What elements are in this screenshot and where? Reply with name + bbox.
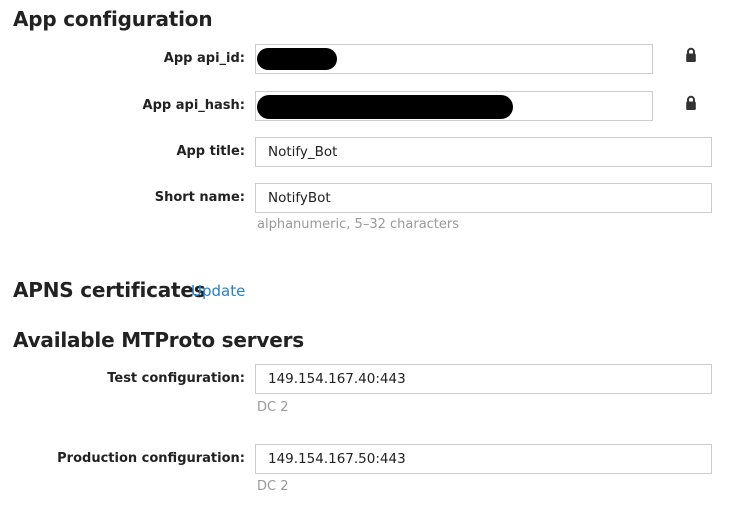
short-name-label: Short name: — [0, 183, 245, 213]
test-configuration-dc-hint: DC 2 — [257, 400, 289, 415]
app-api-hash-label: App api_hash: — [0, 91, 245, 121]
app-title-input[interactable] — [255, 137, 712, 167]
short-name-input[interactable] — [255, 183, 712, 213]
apns-certificates-heading: APNS certificates — [13, 277, 205, 303]
test-configuration-label: Test configuration: — [0, 364, 245, 394]
mtproto-servers-heading: Available MTProto servers — [13, 327, 304, 353]
production-configuration-dc-hint: DC 2 — [257, 479, 289, 494]
production-configuration-input[interactable] — [255, 444, 712, 474]
short-name-hint: alphanumeric, 5–32 characters — [257, 217, 459, 232]
test-configuration-input[interactable] — [255, 364, 712, 394]
app-api-hash-input[interactable] — [255, 91, 653, 121]
lock-icon — [684, 95, 698, 111]
lock-icon — [684, 47, 698, 63]
app-api-id-input[interactable] — [255, 44, 653, 74]
production-configuration-label: Production configuration: — [0, 444, 245, 474]
app-configuration-heading: App configuration — [13, 6, 212, 32]
app-title-label: App title: — [0, 137, 245, 167]
app-configuration-page: App configuration App api_id: App api_ha… — [0, 0, 752, 506]
app-api-id-label: App api_id: — [0, 44, 245, 74]
apns-update-link[interactable]: Update — [191, 281, 245, 301]
